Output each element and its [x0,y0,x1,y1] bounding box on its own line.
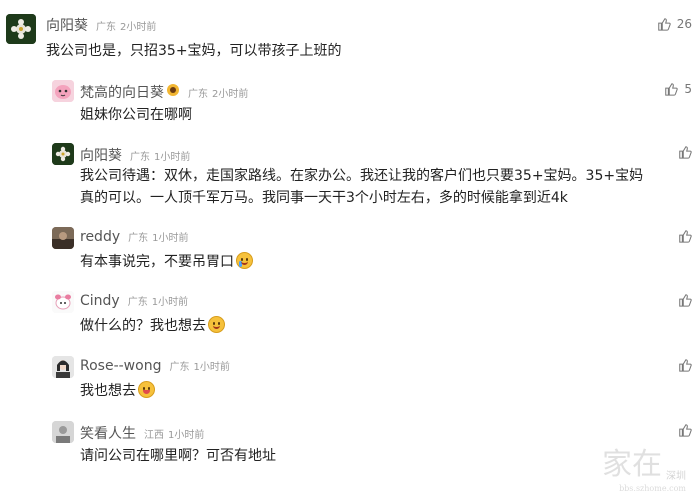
comment-text-content: 做什么的？我也想去 [80,318,206,334]
comment-text: 姐妹你公司在哪啊 [80,107,192,123]
thumbs-up-icon [679,230,692,243]
location: 广东 [188,89,208,100]
like-button[interactable] [678,358,692,372]
sunflower-avatar-icon [52,143,74,165]
comment-text: 我公司待遇：双休，走国家路线。在家办公。我还让我的客户们也只要35+宝妈。35+… [80,165,680,209]
thumbs-up-icon [679,294,692,307]
timestamp: 2小时前 [120,22,157,33]
comment-text-content: 我也想去 [80,383,136,399]
watermark-url: bbs.szhome.com [619,484,686,493]
avatar[interactable] [52,143,74,165]
thumbs-up-icon [679,424,692,437]
location: 广东 [169,362,190,373]
user-name[interactable]: 笑看人生 [80,423,136,443]
like-button[interactable]: 5 [664,82,692,96]
avatar[interactable] [52,356,74,378]
watermark-side: 深圳 [666,471,686,482]
watermark-main: 家在 [602,447,662,482]
avatar[interactable] [52,291,74,313]
watermark: 家在 深圳 bbs.szhome.com [602,439,686,493]
like-button[interactable] [678,145,692,159]
like-button[interactable] [678,293,692,307]
like-button[interactable] [678,423,692,437]
sunflower-avatar-icon [6,14,36,44]
timestamp: 1小时前 [154,152,191,163]
avatar[interactable] [52,421,74,443]
comment-text: 有本事说完，不要吊胃口 [80,251,253,273]
thumbs-up-icon [679,359,692,372]
timestamp: 1小时前 [152,233,189,244]
location: 广东 [128,233,149,244]
location: 广东 [96,22,116,33]
comment-text: 我也想去 [80,380,155,402]
thumbs-up-icon [665,83,679,96]
like-button[interactable]: 26 [657,17,692,31]
user-name[interactable]: 向阳葵 [46,15,88,35]
timestamp: 2小时前 [212,89,249,100]
tongue-emoji-icon [138,381,155,398]
user-name[interactable]: Rose--wong [80,358,161,374]
pink-cartoon-avatar-icon [52,80,74,102]
photo-avatar-icon [52,421,74,443]
photo-avatar-icon [52,356,74,378]
user-name[interactable]: reddy [80,229,120,245]
comment-text: 请问公司在哪里啊？可否有地址 [80,448,276,464]
smile-emoji-icon [208,316,225,333]
location: 广东 [127,297,148,308]
user-name[interactable]: 向阳葵 [80,145,122,165]
comment-text-line: 真的可以。一人顶千军万马。我同事一天干3个小时左右，多的时候能拿到近4k [80,190,568,206]
avatar[interactable] [52,227,74,249]
avatar[interactable] [6,14,36,44]
like-count: 26 [676,17,692,31]
photo-avatar-icon [52,227,74,249]
cartoon-avatar-icon [52,291,74,313]
comment-text-content: 有本事说完，不要吊胃口 [80,254,234,270]
comment-text: 我公司也是，只招35+宝妈，可以带孩子上班的 [46,43,342,59]
timestamp: 1小时前 [151,297,189,308]
avatar[interactable] [52,80,74,102]
comment-text: 做什么的？我也想去 [80,315,225,337]
thumbs-up-icon [679,146,692,159]
user-name[interactable]: 梵高的向日葵 [80,82,164,102]
timestamp: 1小时前 [168,430,205,441]
location: 江西 [144,430,164,441]
timestamp: 1小时前 [193,362,230,373]
user-name[interactable]: Cindy [80,293,120,309]
like-count: 5 [684,82,692,96]
comment-text-line: 我公司待遇：双休，走国家路线。在家办公。我还让我的客户们也只要35+宝妈。35+… [80,168,644,184]
like-button[interactable] [678,229,692,243]
crying-emoji-icon [236,252,253,269]
sunflower-emoji-icon [167,84,179,96]
location: 广东 [130,152,150,163]
thumbs-up-icon [657,18,671,31]
